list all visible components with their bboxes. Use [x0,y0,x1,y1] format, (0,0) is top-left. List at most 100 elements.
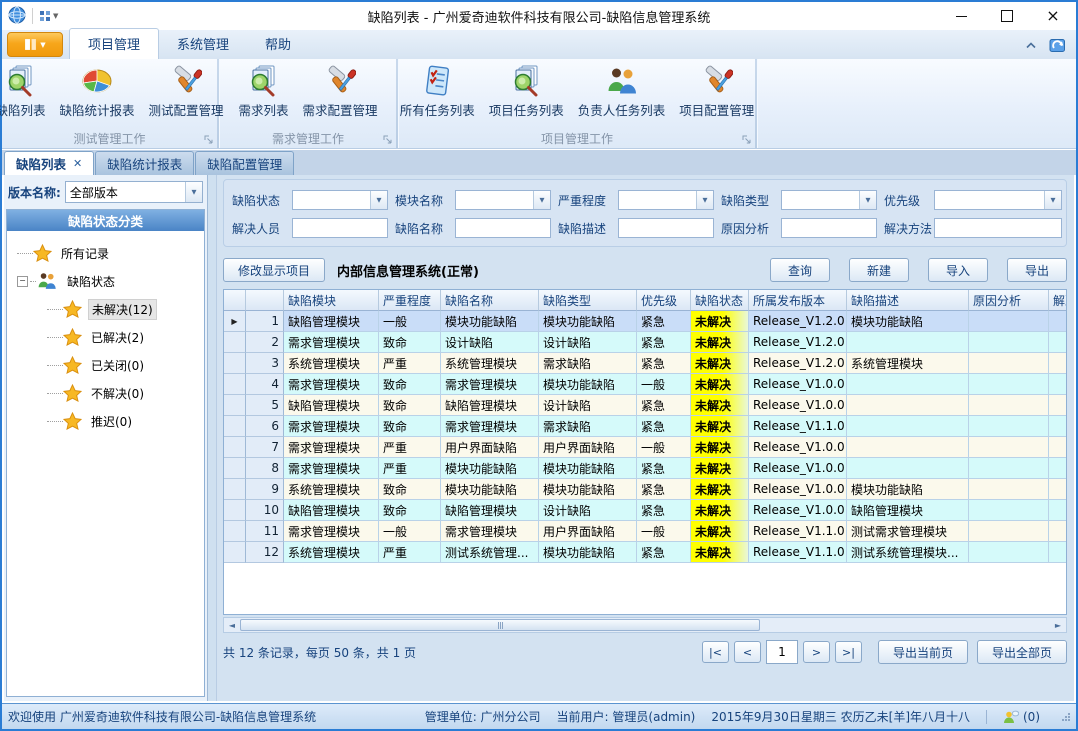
last-page-button[interactable]: >| [835,641,862,663]
filter-input-solution[interactable] [935,219,1061,237]
close-tab-icon[interactable]: ✕ [73,157,82,170]
table-row[interactable]: ▶1缺陷管理模块一般模块功能缺陷模块功能缺陷紧急未解决Release_V1.2.… [224,311,1066,332]
chevron-down-icon[interactable]: ▼ [185,182,202,202]
scroll-right-icon[interactable]: ► [1050,618,1066,632]
ribbon-tab-3[interactable]: 帮助 [247,29,309,59]
ribbon-button-project-tasks[interactable]: 项目任务列表 [482,63,571,121]
grid-column-header[interactable]: 缺陷状态 [691,290,749,311]
minimize-button[interactable] [938,2,984,30]
dialog-launcher-icon[interactable] [383,135,392,144]
ribbon-button-defect-list[interactable]: 缺陷列表 [0,63,53,121]
scrollbar-thumb[interactable] [240,619,760,631]
filter-input-resolver[interactable] [293,219,387,237]
grid-column-header[interactable]: 所属发布版本 [749,290,847,311]
maximize-button[interactable] [984,2,1030,30]
tree-item-resolved[interactable]: 已解决(2) [7,323,204,351]
ribbon-button-test-config[interactable]: 测试配置管理 [142,63,231,121]
tree-item-label: 已解决(2) [88,328,147,347]
collapse-icon[interactable]: − [17,276,28,287]
scrollbar-track[interactable] [240,618,1050,632]
row-indicator [224,542,246,563]
version-combo[interactable]: 全部版本 ▼ [65,181,203,203]
modify-display-button[interactable]: 修改显示项目 [223,258,325,282]
tree-item-postponed[interactable]: 推迟(0) [7,407,204,435]
collapse-ribbon-icon[interactable] [1025,41,1037,49]
page-number-input[interactable] [766,640,798,664]
horizontal-scrollbar[interactable]: ◄ ► [223,617,1067,633]
help-icon[interactable] [1049,37,1066,53]
ribbon-tab-1[interactable]: 项目管理 [69,28,159,59]
export-button[interactable]: 导出 [1007,258,1067,282]
chevron-down-icon[interactable]: ▼ [533,191,550,209]
filter-field-severity[interactable]: ▼ [618,190,714,210]
table-row[interactable]: 11需求管理模块一般需求管理模块用户界面缺陷一般未解决Release_V1.1.… [224,521,1066,542]
resize-grip[interactable] [1062,713,1070,721]
ribbon-button-requirement-list[interactable]: 需求列表 [231,63,295,121]
filter-field-defect-desc[interactable] [618,218,714,238]
table-row[interactable]: 7需求管理模块严重用户界面缺陷用户界面缺陷一般未解决Release_V1.0.0 [224,437,1066,458]
table-row[interactable]: 9系统管理模块致命模块功能缺陷模块功能缺陷紧急未解决Release_V1.0.0… [224,479,1066,500]
app-menu-button[interactable]: ▼ [7,32,63,57]
filter-field-defect-type[interactable]: ▼ [781,190,877,210]
grid-column-header[interactable]: 严重程度 [379,290,441,311]
doc-tab-defect-config[interactable]: 缺陷配置管理 [195,151,294,175]
tree-item-unresolved[interactable]: 未解决(12) [7,295,204,323]
filter-field-resolver[interactable] [292,218,388,238]
filter-field-module-name[interactable]: ▼ [455,190,551,210]
tree-item-all-records[interactable]: 所有记录 [7,239,204,267]
filter-field-solution[interactable] [934,218,1062,238]
ribbon-button-all-tasks[interactable]: 所有任务列表 [393,63,482,121]
dialog-launcher-icon[interactable] [204,135,213,144]
scroll-left-icon[interactable]: ◄ [224,618,240,632]
doc-tab-defect-report[interactable]: 缺陷统计报表 [95,151,194,175]
table-row[interactable]: 12系统管理模块严重测试系统管理...模块功能缺陷紧急未解决Release_V1… [224,542,1066,563]
grid-column-header[interactable]: 原因分析 [969,290,1049,311]
message-indicator[interactable]: (0) [1003,710,1040,724]
next-page-button[interactable]: > [803,641,830,663]
filter-input-defect-name[interactable] [456,219,550,237]
grid-column-header[interactable]: 解决方法 [1049,290,1067,311]
query-button[interactable]: 查询 [770,258,830,282]
table-row[interactable]: 10缺陷管理模块致命缺陷管理模块设计缺陷紧急未解决Release_V1.0.0缺… [224,500,1066,521]
app-menu-grid-icon [24,38,37,51]
ribbon-button-requirement-config[interactable]: 需求配置管理 [296,63,385,121]
table-row[interactable]: 8需求管理模块严重模块功能缺陷模块功能缺陷紧急未解决Release_V1.0.0 [224,458,1066,479]
export-current-page-button[interactable]: 导出当前页 [878,640,968,664]
prev-page-button[interactable]: < [734,641,761,663]
quick-access-toolbar-button[interactable]: ▼ [39,10,58,22]
grid-column-header[interactable]: 缺陷类型 [539,290,637,311]
table-row[interactable]: 5缺陷管理模块致命缺陷管理模块设计缺陷紧急未解决Release_V1.0.0 [224,395,1066,416]
table-row[interactable]: 3系统管理模块严重系统管理模块需求缺陷紧急未解决Release_V1.2.0系统… [224,353,1066,374]
chevron-down-icon[interactable]: ▼ [696,191,713,209]
filter-field-defect-name[interactable] [455,218,551,238]
grid-column-header[interactable]: 优先级 [637,290,691,311]
table-row[interactable]: 4需求管理模块致命需求管理模块模块功能缺陷一般未解决Release_V1.0.0 [224,374,1066,395]
table-row[interactable]: 6需求管理模块致命需求管理模块需求缺陷紧急未解决Release_V1.1.0 [224,416,1066,437]
doc-tab-defect-list[interactable]: 缺陷列表✕ [4,151,94,175]
grid-column-header[interactable]: 缺陷描述 [847,290,969,311]
filter-input-defect-desc[interactable] [619,219,713,237]
tree-item-wontfix[interactable]: 不解决(0) [7,379,204,407]
chevron-down-icon[interactable]: ▼ [1044,191,1061,209]
export-all-pages-button[interactable]: 导出全部页 [977,640,1067,664]
new-button[interactable]: 新建 [849,258,909,282]
filter-field-cause-analysis[interactable] [781,218,877,238]
table-row[interactable]: 2需求管理模块致命设计缺陷设计缺陷紧急未解决Release_V1.2.0 [224,332,1066,353]
ribbon-tab-2[interactable]: 系统管理 [159,29,247,59]
ribbon-button-owner-tasks[interactable]: 负责人任务列表 [571,63,673,121]
import-button[interactable]: 导入 [928,258,988,282]
filter-input-cause-analysis[interactable] [782,219,876,237]
tree-item-defect-status[interactable]: −缺陷状态 [7,267,204,295]
close-button[interactable]: × [1030,2,1076,30]
chevron-down-icon[interactable]: ▼ [370,191,387,209]
ribbon-button-defect-report[interactable]: 缺陷统计报表 [53,63,142,121]
tree-item-closed[interactable]: 已关闭(0) [7,351,204,379]
ribbon-button-project-config[interactable]: 项目配置管理 [672,63,761,121]
filter-field-defect-status[interactable]: ▼ [292,190,388,210]
chevron-down-icon[interactable]: ▼ [859,191,876,209]
grid-column-header[interactable]: 缺陷模块 [284,290,379,311]
first-page-button[interactable]: |< [702,641,729,663]
grid-column-header[interactable]: 缺陷名称 [441,290,539,311]
dialog-launcher-icon[interactable] [742,135,751,144]
filter-field-priority[interactable]: ▼ [934,190,1062,210]
